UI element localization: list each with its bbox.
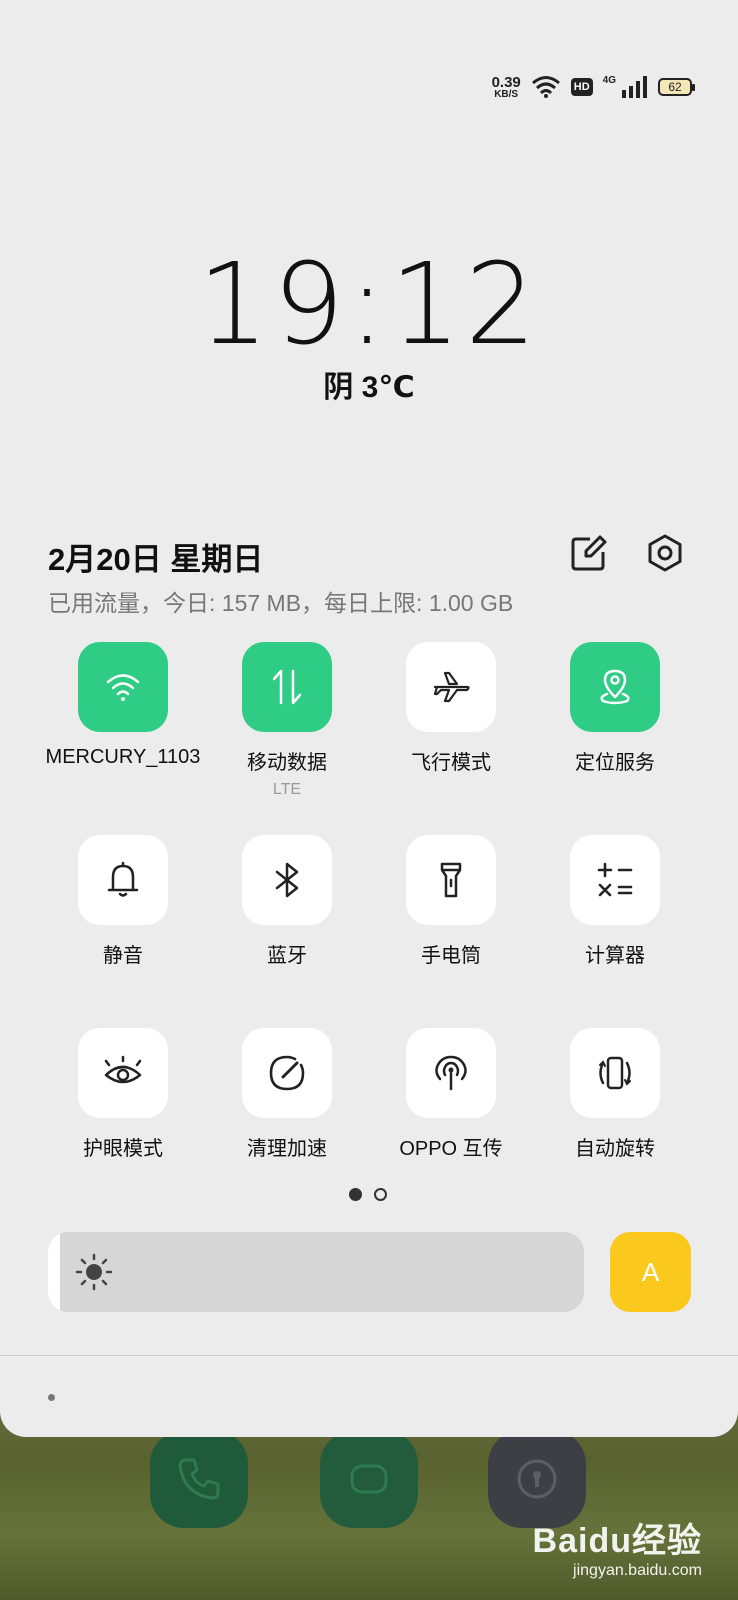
brightness-fill — [48, 1232, 60, 1312]
battery-icon: 62 — [658, 78, 695, 96]
share-signal-icon — [435, 1055, 467, 1091]
cleanup-button[interactable] — [242, 1028, 332, 1118]
data-usage-text[interactable]: 已用流量，今日: 157 MB，每日上限: 1.00 GB — [48, 584, 513, 618]
page-dot-active[interactable] — [349, 1188, 362, 1201]
tile-label: 定位服务 — [575, 752, 655, 774]
page-indicator — [349, 1188, 387, 1201]
phone-icon — [178, 1458, 220, 1500]
dock-messages-app[interactable] — [320, 1430, 418, 1528]
hd-icon: HD — [570, 78, 593, 96]
bell-icon — [107, 861, 139, 897]
mobile-data-icon — [272, 669, 302, 705]
clock-time: 19:12 — [197, 240, 541, 370]
net-speed-unit: KB/S — [494, 88, 519, 100]
tile-label: 静音 — [103, 945, 143, 967]
tile-location[interactable]: 定位服务 — [533, 642, 697, 775]
airplane-icon — [433, 671, 470, 703]
tile-label: 飞行模式 — [411, 752, 491, 774]
tile-sublabel: LTE — [272, 781, 302, 798]
date-label: 2月20日 星期日 — [48, 542, 264, 577]
rotate-icon — [599, 1056, 631, 1090]
silent-toggle[interactable] — [78, 835, 168, 925]
status-bar: 0.39 KB/S HD 4G 62 — [492, 72, 695, 102]
tile-mobile-data[interactable]: 移动数据 LTE — [205, 642, 369, 799]
tile-label: MERCURY_1103 — [45, 746, 201, 768]
battery-level: 62 — [668, 80, 682, 94]
wifi-icon — [531, 76, 560, 98]
weather-text: 阴 3℃ — [323, 371, 415, 404]
eye-icon — [104, 1055, 142, 1084]
gear-icon[interactable] — [646, 534, 684, 572]
bluetooth-toggle[interactable] — [242, 835, 332, 925]
brightness-slider[interactable] — [48, 1232, 584, 1312]
flashlight-toggle[interactable] — [406, 835, 496, 925]
dock-phone-app[interactable] — [150, 1430, 248, 1528]
eye-comfort-toggle[interactable] — [78, 1028, 168, 1118]
signal-icon — [622, 76, 647, 98]
bluetooth-icon — [275, 862, 299, 898]
tile-auto-rotate[interactable]: 自动旋转 — [533, 1028, 697, 1161]
divider — [0, 1355, 738, 1356]
oppo-share-toggle[interactable] — [406, 1028, 496, 1118]
location-toggle[interactable] — [570, 642, 660, 732]
tile-label: 移动数据 — [247, 752, 327, 774]
wifi-icon — [106, 674, 140, 701]
tile-bluetooth[interactable]: 蓝牙 — [205, 835, 369, 968]
tile-label: 蓝牙 — [267, 945, 307, 967]
wifi-toggle[interactable] — [78, 642, 168, 732]
airplane-toggle[interactable] — [406, 642, 496, 732]
tile-label: 清理加速 — [247, 1138, 327, 1160]
tile-label: 护眼模式 — [83, 1138, 163, 1160]
watermark-logo: Baidu经验 — [532, 1522, 702, 1560]
tile-label: 自动旋转 — [575, 1138, 655, 1160]
watermark-url: jingyan.baidu.com — [573, 1562, 702, 1579]
quick-settings-panel: 0.39 KB/S HD 4G 62 19:12 阴 3℃ 2月20日 星期日 … — [0, 0, 738, 1437]
net-speed: 0.39 KB/S — [492, 75, 521, 100]
net-speed-value: 0.39 — [491, 73, 521, 91]
page-dot[interactable] — [374, 1188, 387, 1201]
tile-airplane-mode[interactable]: 飞行模式 — [369, 642, 533, 775]
edit-icon[interactable] — [570, 534, 608, 572]
auto-rotate-toggle[interactable] — [570, 1028, 660, 1118]
sun-icon — [75, 1253, 113, 1291]
tile-label: OPPO 互传 — [399, 1138, 503, 1160]
calculator-icon — [597, 862, 633, 897]
tile-eye-comfort[interactable]: 护眼模式 — [41, 1028, 205, 1161]
notification-indicator — [48, 1394, 55, 1401]
tile-flashlight[interactable]: 手电筒 — [369, 835, 533, 968]
mobile-data-toggle[interactable] — [242, 642, 332, 732]
message-icon — [350, 1464, 388, 1494]
network-type: 4G — [602, 74, 616, 86]
flashlight-icon — [440, 862, 462, 898]
location-icon — [600, 669, 630, 705]
calculator-button[interactable] — [570, 835, 660, 925]
tile-calculator[interactable]: 计算器 — [533, 835, 697, 968]
tile-wifi[interactable]: MERCURY_1103 — [41, 642, 205, 769]
tile-cleanup[interactable]: 清理加速 — [205, 1028, 369, 1161]
baidu-watermark: Baidu经验 jingyan.baidu.com — [533, 1513, 702, 1580]
speed-gauge-icon — [269, 1055, 305, 1091]
tile-oppo-share[interactable]: OPPO 互传 — [369, 1028, 533, 1161]
tile-label: 手电筒 — [421, 945, 481, 967]
auto-brightness-button[interactable]: A — [610, 1232, 691, 1312]
tile-label: 计算器 — [585, 945, 645, 967]
tile-silent[interactable]: 静音 — [41, 835, 205, 968]
lock-keyhole-icon — [517, 1459, 557, 1499]
